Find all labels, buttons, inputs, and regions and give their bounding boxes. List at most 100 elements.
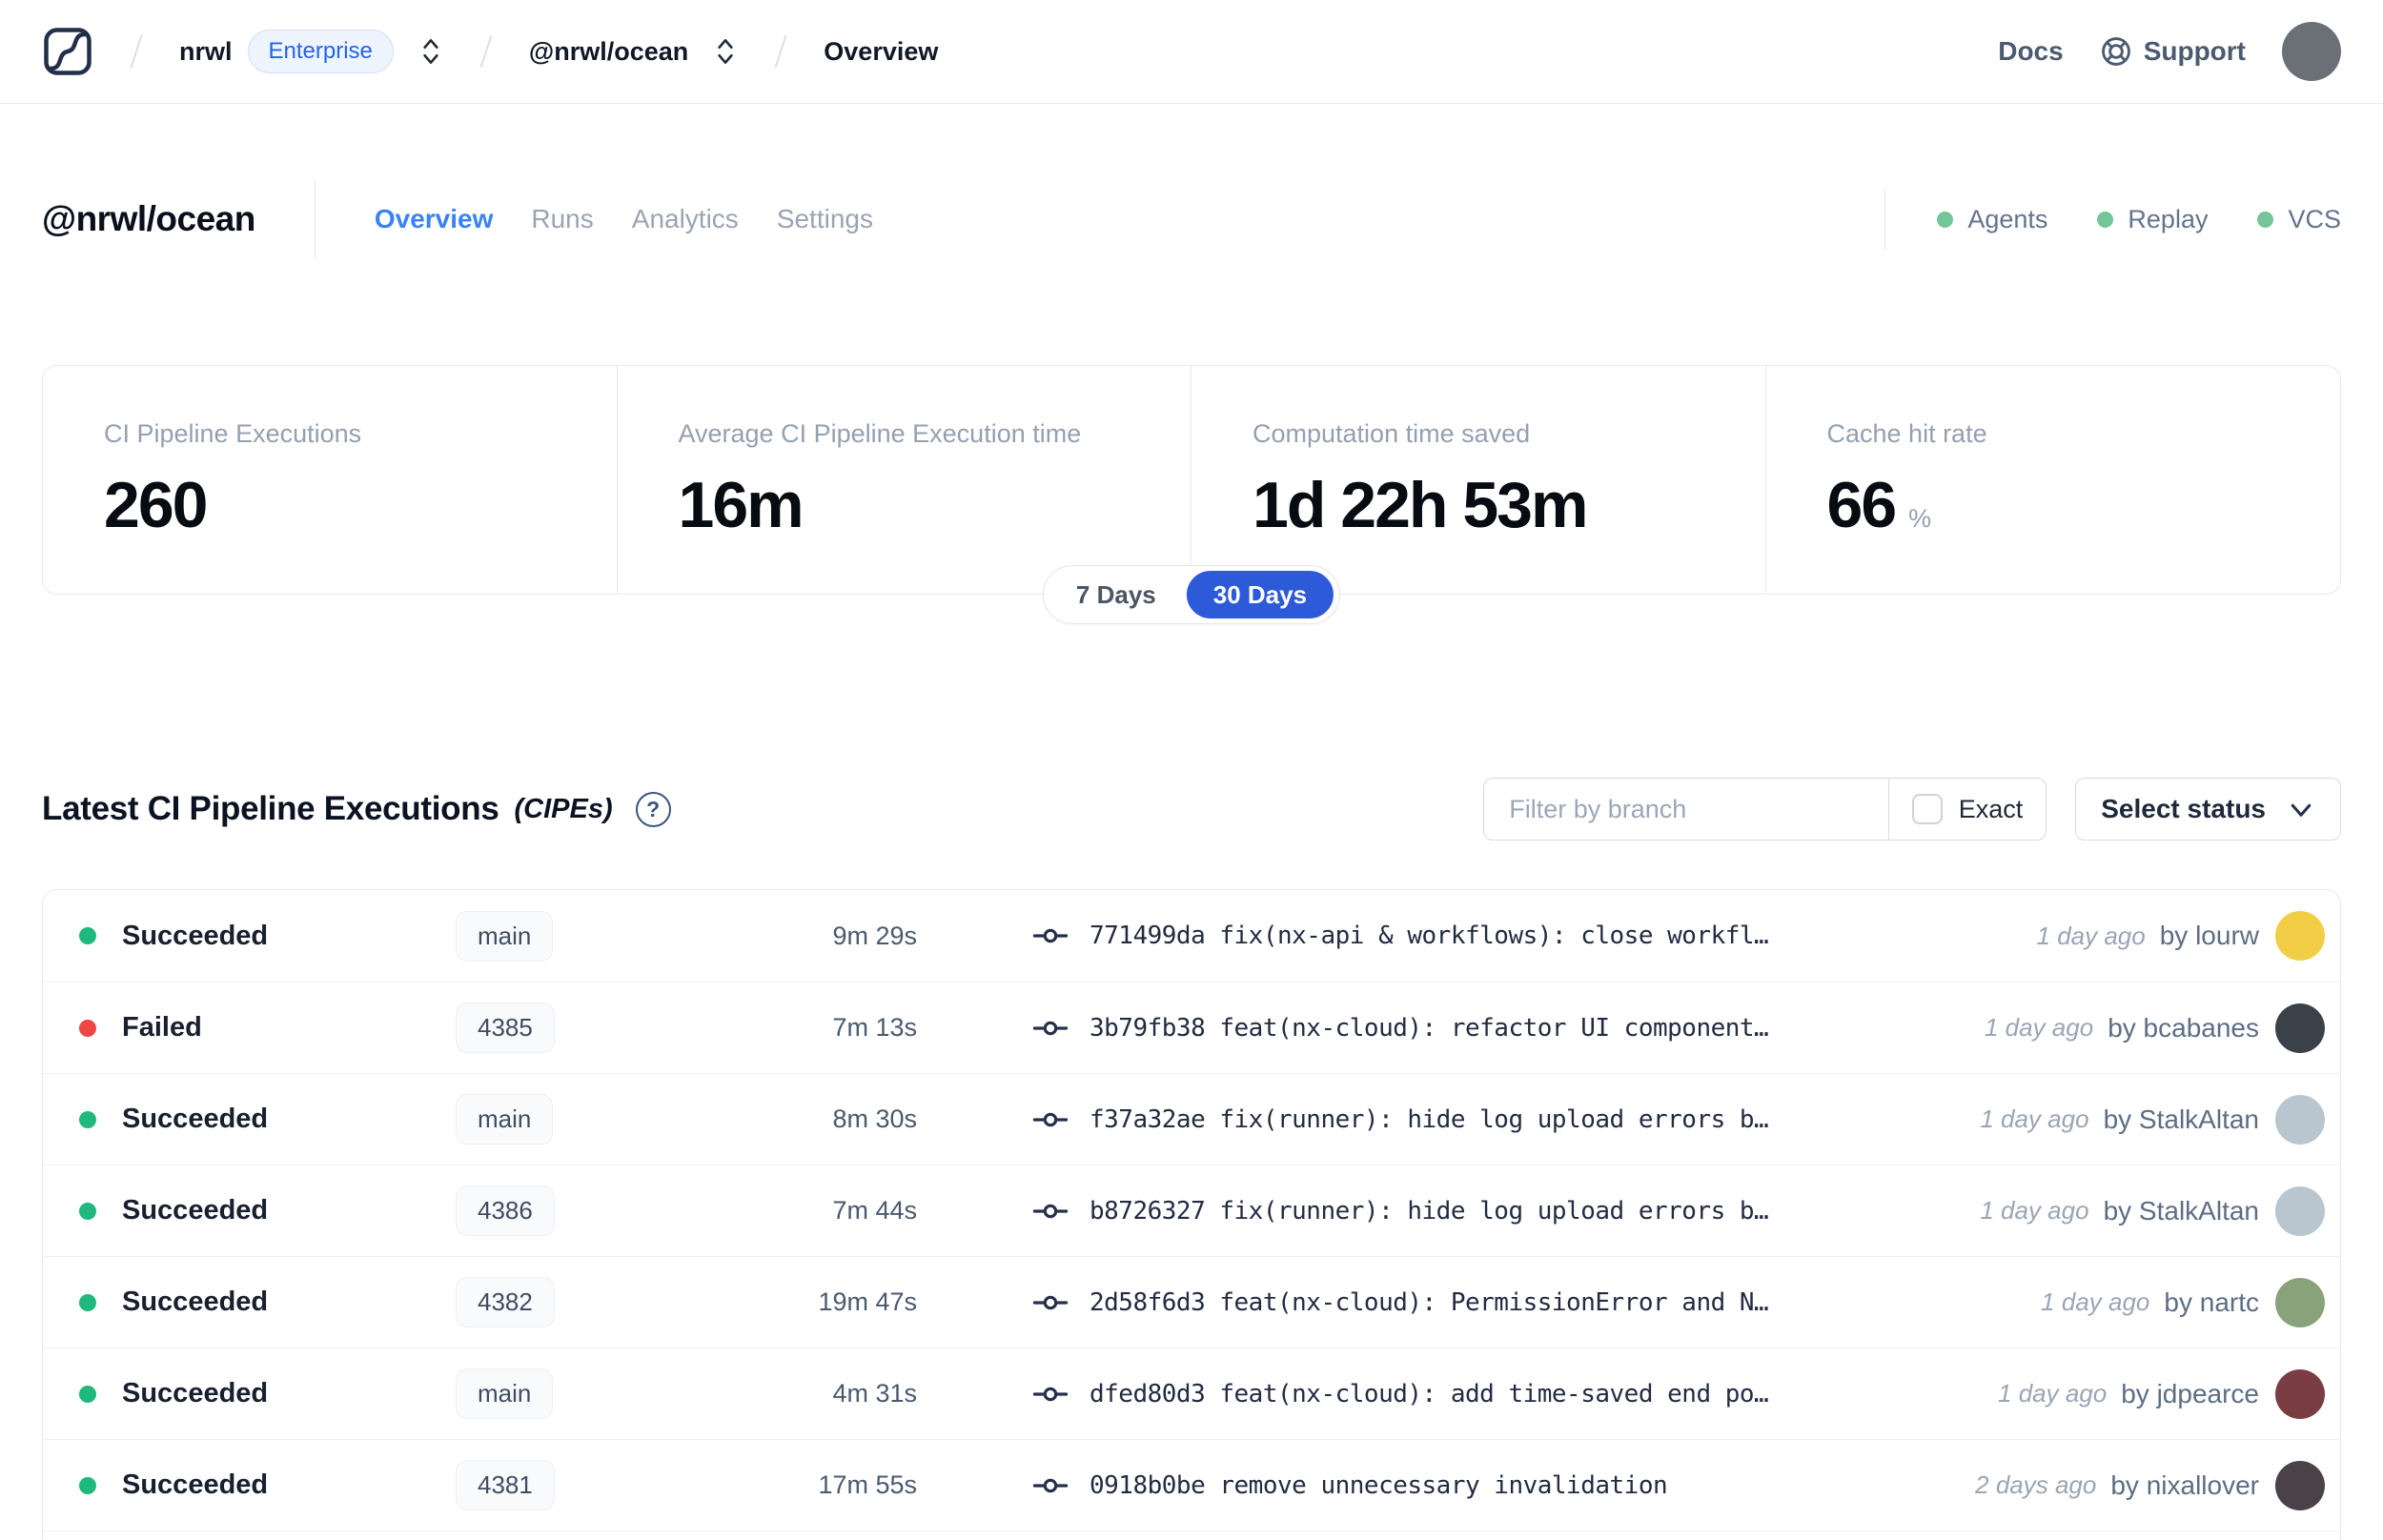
status-dot-icon — [2097, 211, 2114, 228]
commit-cell: b8726327 fix(runner): hide log upload er… — [917, 1193, 1980, 1229]
branch-badge: 4381 — [456, 1460, 555, 1510]
time-ago: 1 day ago — [2041, 1287, 2150, 1316]
row-avatar — [2275, 1094, 2325, 1145]
breadcrumb-separator — [479, 34, 493, 69]
breadcrumb-separator — [130, 34, 143, 69]
service-vcs[interactable]: VCS — [2257, 205, 2341, 234]
commit-message: 2d58f6d3 feat(nx-cloud): PermissionError… — [1090, 1287, 1769, 1317]
status-label: Succeeded — [122, 1378, 269, 1408]
status-label: Failed — [122, 1012, 202, 1043]
status-dot — [79, 1385, 96, 1403]
section-title-suffix: (CIPEs) — [514, 793, 613, 824]
branch-cell: 4386 — [456, 1185, 555, 1236]
breadcrumb-separator — [774, 34, 787, 69]
branch-badge: 4386 — [456, 1185, 555, 1236]
git-commit-icon — [1032, 1285, 1069, 1321]
status-cell: Succeeded — [43, 1195, 456, 1226]
help-icon[interactable]: ? — [635, 791, 671, 827]
breadcrumb: nrwl Enterprise @nrwl/ocean Overview — [42, 26, 938, 77]
cipe-row[interactable]: Succeeded 4386 7m 44s b8726327 fix(runne… — [43, 1165, 2340, 1256]
branch-badge: 4385 — [456, 1003, 555, 1053]
cipe-list-title: Latest CI Pipeline Executions (CIPEs) ? — [42, 790, 671, 828]
user-avatar[interactable] — [2282, 22, 2341, 81]
service-agents[interactable]: Agents — [1937, 205, 2047, 234]
row-avatar — [2275, 1368, 2325, 1419]
chevron-updown-icon — [418, 35, 443, 68]
cipe-list-controls: Exact Select status — [1483, 778, 2341, 841]
duration-cell: 19m 47s — [818, 1287, 917, 1316]
docs-link[interactable]: Docs — [1998, 36, 2063, 67]
service-agents-label: Agents — [1967, 204, 2048, 233]
breadcrumb-page: Overview — [824, 36, 939, 66]
service-vcs-label: VCS — [2288, 204, 2341, 233]
support-link[interactable]: Support — [2100, 35, 2246, 68]
stat-label: Average CI Pipeline Execution time — [678, 419, 1082, 448]
stat-card-time-saved: Computation time saved 1d 22h 53m — [1192, 366, 1766, 594]
status-cell: Succeeded — [43, 1469, 456, 1501]
period-30-days[interactable]: 30 Days — [1186, 571, 1334, 618]
cipe-row[interactable]: Failed 4385 7m 13s 3b79fb38 feat(nx-clou… — [43, 982, 2340, 1073]
workspace-tabs: Overview Runs Analytics Settings — [375, 204, 873, 234]
select-status-label: Select status — [2101, 794, 2266, 823]
cipe-row[interactable]: Succeeded 4382 19m 47s 2d58f6d3 feat(nx-… — [43, 1256, 2340, 1348]
git-commit-icon — [1032, 1193, 1069, 1229]
exact-checkbox[interactable] — [1911, 794, 1943, 824]
chevron-updown-icon — [713, 35, 738, 68]
author: by nixallover — [2110, 1469, 2259, 1500]
cipe-row[interactable]: Succeeded main 9m 29s 771499da fix(nx-ap… — [43, 890, 2340, 982]
branch-filter-input[interactable] — [1484, 794, 1888, 824]
commit-cell: 0918b0be remove unnecessary invalidation — [917, 1468, 1975, 1504]
nx-cloud-logo[interactable] — [42, 26, 93, 77]
status-cell: Succeeded — [43, 1378, 456, 1409]
status-dot — [79, 1110, 96, 1128]
branch-cell: main — [456, 1368, 554, 1419]
tab-settings[interactable]: Settings — [777, 204, 873, 234]
branch-badge: main — [456, 1368, 554, 1419]
plan-badge: Enterprise — [247, 30, 394, 73]
service-replay[interactable]: Replay — [2097, 205, 2208, 234]
git-commit-icon — [1032, 918, 1069, 954]
commit-message: 3b79fb38 feat(nx-cloud): refactor UI com… — [1090, 1013, 1769, 1043]
meta-cell: 1 day ago by StalkAltan — [1980, 1094, 2340, 1145]
duration-cell: 17m 55s — [818, 1470, 917, 1499]
time-ago: 1 day ago — [1984, 1013, 2094, 1042]
author: by StalkAltan — [2103, 1195, 2259, 1226]
git-commit-icon — [1032, 1468, 1069, 1504]
commit-message: 0918b0be remove unnecessary invalidation — [1090, 1470, 1668, 1500]
workspace-selector[interactable]: @nrwl/ocean — [529, 35, 738, 68]
org-name: nrwl — [179, 36, 233, 66]
status-dot — [79, 1019, 96, 1037]
cipe-table: Succeeded main 9m 29s 771499da fix(nx-ap… — [42, 889, 2341, 1540]
status-dot — [79, 927, 96, 944]
branch-filter-group: Exact — [1483, 778, 2047, 841]
meta-cell: 1 day ago by StalkAltan — [1980, 1185, 2340, 1236]
row-avatar — [2275, 1185, 2325, 1236]
cipe-row[interactable]: Succeeded 4381 17m 55s 0918b0be remove u… — [43, 1439, 2340, 1530]
cipe-row[interactable]: Succeeded main 8m 30s f37a32ae fix(runne… — [43, 1073, 2340, 1165]
tab-runs[interactable]: Runs — [531, 204, 593, 234]
branch-badge: main — [456, 1094, 554, 1145]
stats-section: CI Pipeline Executions 260 Average CI Pi… — [42, 365, 2341, 624]
tab-analytics[interactable]: Analytics — [632, 204, 739, 234]
period-7-days[interactable]: 7 Days — [1049, 571, 1183, 618]
status-dot — [79, 1202, 96, 1220]
git-commit-icon — [1032, 1010, 1069, 1046]
branch-cell: 4381 — [456, 1460, 555, 1510]
nx-cloud-logo-icon — [42, 26, 93, 77]
status-cell: Succeeded — [43, 1287, 456, 1318]
duration-cell: 8m 30s — [832, 1104, 917, 1133]
meta-cell: 2 days ago by nixallover — [1975, 1460, 2340, 1510]
status-label: Succeeded — [122, 1104, 269, 1134]
status-dot — [79, 1293, 96, 1311]
cipe-row[interactable]: Succeeded main 4m 31s dfed80d3 feat(nx-c… — [43, 1348, 2340, 1439]
docs-link-label: Docs — [1998, 36, 2064, 66]
time-ago: 2 days ago — [1975, 1470, 2097, 1499]
org-selector[interactable]: nrwl Enterprise — [179, 30, 443, 73]
branch-cell: main — [456, 910, 554, 962]
meta-cell: 1 day ago by jdpearce — [1998, 1368, 2340, 1419]
row-avatar — [2275, 1003, 2325, 1053]
tab-overview[interactable]: Overview — [375, 204, 494, 234]
select-status-dropdown[interactable]: Select status — [2075, 778, 2341, 841]
row-avatar — [2275, 1460, 2325, 1510]
commit-message: dfed80d3 feat(nx-cloud): add time-saved … — [1090, 1379, 1769, 1408]
